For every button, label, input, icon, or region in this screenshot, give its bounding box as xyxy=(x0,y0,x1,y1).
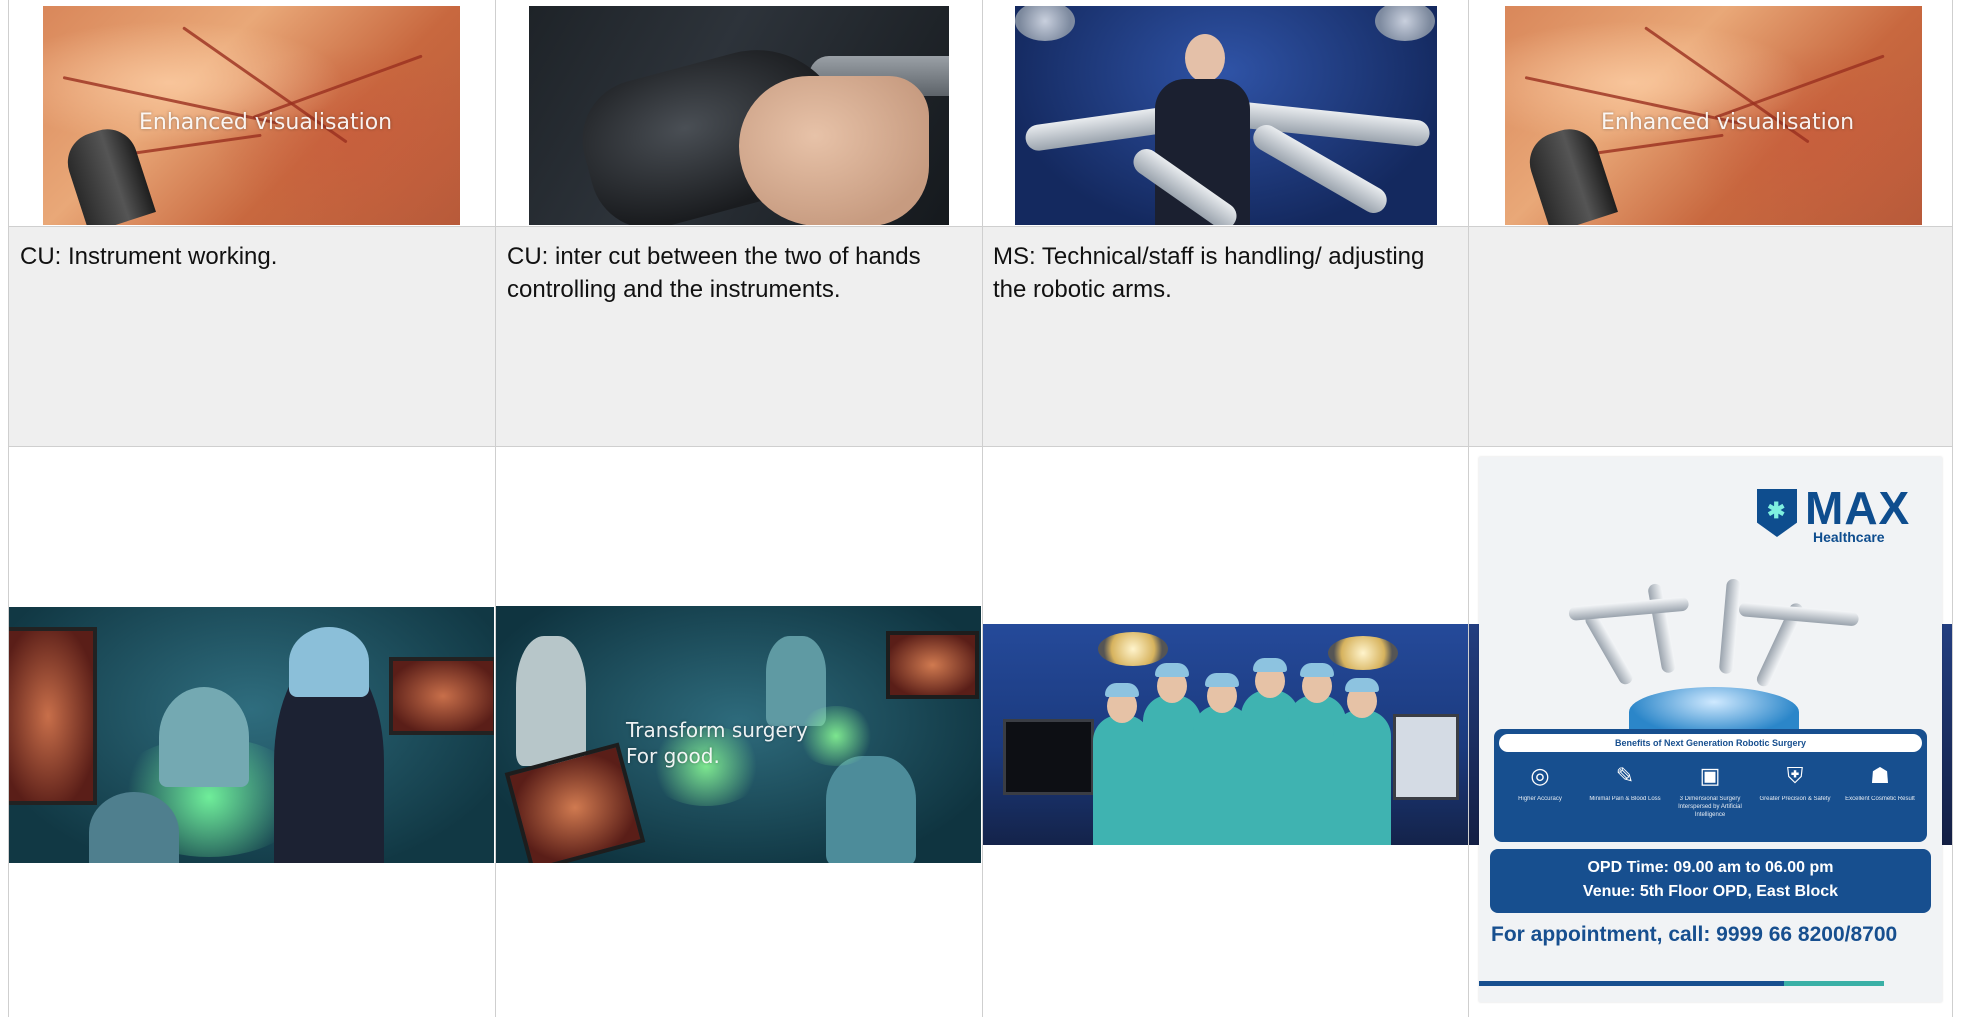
opd-venue: Venue: 5th Floor OPD, East Block xyxy=(1582,883,1839,900)
benefit-minimal-pain: ✎ Minimal Pain & Blood Loss xyxy=(1585,763,1665,803)
thumbnail-transform-surgery: Transform surgery For good. xyxy=(496,606,981,863)
benefit-precision-safety: ⛨ Greater Precision & Safety xyxy=(1755,763,1835,803)
overlay-text: Enhanced visualisation xyxy=(1601,110,1855,135)
thumbnail-enhanced-visualisation-2: Enhanced visualisation xyxy=(1505,6,1922,225)
benefit-higher-accuracy: ◎ Higher Accuracy xyxy=(1500,763,1580,803)
max-healthcare-poster: ✱ MAX Healthcare Benefits of Next Genera… xyxy=(1479,457,1942,1002)
grid-line xyxy=(495,0,496,1017)
thumbnail-staff-robotic-arms xyxy=(1015,6,1437,225)
brand-subtitle: Healthcare xyxy=(1813,529,1885,545)
overlay-text: Enhanced visualisation xyxy=(139,110,393,135)
opd-time: OPD Time: 09.00 am to 06.00 pm xyxy=(1587,859,1834,876)
benefits-panel: Benefits of Next Generation Robotic Surg… xyxy=(1494,729,1927,842)
benefit-3d-surgery: ▣ 3 Dimensional Surgery Interspersed by … xyxy=(1670,763,1750,819)
grid-line xyxy=(8,0,9,1017)
pen-icon: ✎ xyxy=(1615,763,1635,788)
brand-name: MAX xyxy=(1805,482,1911,534)
grid-line xyxy=(8,226,1952,227)
caption-shot-2: CU: inter cut between the two of hands c… xyxy=(507,243,921,303)
benefits-title: Benefits of Next Generation Robotic Surg… xyxy=(1499,734,1922,752)
opd-info-box: OPD Time: 09.00 am to 06.00 pm Venue: 5t… xyxy=(1490,849,1931,913)
grid-line xyxy=(1468,0,1469,1017)
overlay-line-1: Transform surgery xyxy=(626,718,808,742)
appointment-phone: For appointment, call: 9999 66 8200/8700 xyxy=(1491,923,1898,946)
thumbnail-surgical-team xyxy=(983,624,1468,845)
thumbnail-enhanced-visualisation-1: Enhanced visualisation xyxy=(43,6,460,225)
grid-line xyxy=(8,446,1952,447)
target-icon: ◎ xyxy=(1530,763,1550,788)
caption-shot-1: CU: Instrument working. xyxy=(20,243,278,270)
max-logo-icon: ✱ xyxy=(1757,489,1797,537)
shield-icon: ⛨ xyxy=(1786,763,1804,788)
computer-icon: ▣ xyxy=(1699,763,1721,788)
thumbnail-operating-room-surgeon xyxy=(9,607,494,863)
thumbnail-hand-controller xyxy=(529,6,949,225)
overlay-line-2: For good. xyxy=(626,744,720,768)
grid-line xyxy=(1952,0,1953,1017)
poster-footer-bar-blue xyxy=(1479,981,1784,986)
benefit-cosmetic-result: ☗ Excellent Cosmetic Result xyxy=(1840,763,1920,803)
grid-line xyxy=(982,0,983,1017)
caption-shot-3: MS: Technical/staff is handling/ adjusti… xyxy=(993,243,1425,303)
poster-footer-bar-teal xyxy=(1784,981,1884,986)
storyboard-sheet: Enhanced visualisation Enhanced visualis… xyxy=(0,0,1961,1017)
doctor-icon: ☗ xyxy=(1870,763,1890,788)
